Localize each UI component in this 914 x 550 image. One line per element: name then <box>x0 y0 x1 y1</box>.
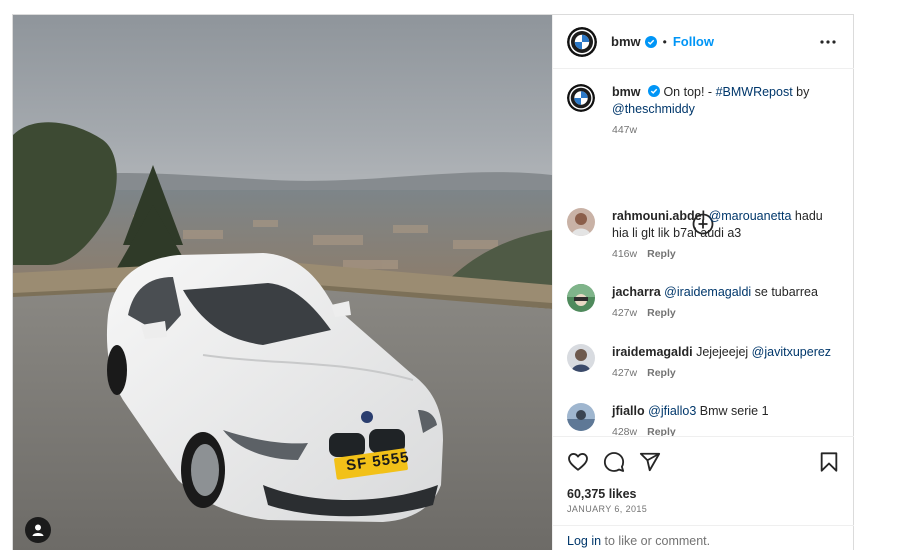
comment-icon[interactable] <box>603 451 625 473</box>
follow-button[interactable]: Follow <box>673 34 714 49</box>
post-photo[interactable]: SF 5555 <box>13 15 552 550</box>
caption-mention[interactable]: @theschmiddy <box>612 102 695 116</box>
reply-button[interactable]: Reply <box>647 307 676 319</box>
reply-button[interactable]: Reply <box>647 248 676 260</box>
more-options-icon <box>820 39 836 44</box>
bmw-avatar[interactable] <box>567 84 595 112</box>
comment-time[interactable]: 427w <box>612 307 637 319</box>
comment-item: jacharra @iraidemagaldi se tubarrea 427w… <box>567 284 852 322</box>
commenter-avatar[interactable] <box>567 344 595 372</box>
user-tags-button[interactable] <box>25 517 51 543</box>
verified-badge-icon <box>644 35 657 48</box>
bmw-avatar[interactable] <box>567 26 597 57</box>
post-caption: bmw On top! - #BMWRepost by @theschmiddy… <box>567 84 852 139</box>
comment-time[interactable]: 427w <box>612 367 637 379</box>
reply-button[interactable]: Reply <box>647 426 676 436</box>
comment-username[interactable]: rahmouni.abdel <box>612 209 705 223</box>
comment-item: iraidemagaldi Jejejeejej @javitxuperez 4… <box>567 344 852 382</box>
comment-time[interactable]: 428w <box>612 426 637 436</box>
comment-username[interactable]: jacharra <box>612 285 661 299</box>
separator-dot: • <box>662 34 667 49</box>
caption-time[interactable]: 447w <box>612 124 637 136</box>
likes-count[interactable]: 60,375 likes <box>567 487 637 501</box>
commenter-avatar[interactable] <box>567 284 595 312</box>
comment-mention[interactable]: @marouanetta <box>709 209 792 223</box>
verified-badge-icon <box>647 85 660 97</box>
comment-username[interactable]: iraidemagaldi <box>612 345 693 359</box>
comment-item: rahmouni.abdel @marouanetta hadu hia li … <box>567 208 852 263</box>
post-author-username[interactable]: bmw <box>611 34 641 49</box>
caption-username[interactable]: bmw <box>612 85 640 99</box>
comment-body: jfiallo @jfiallo3 Bmw serie 1 428w Reply <box>612 403 840 436</box>
post-side-panel: bmw • Follow bmw On top! - #BMWRepost by… <box>552 15 854 550</box>
reply-button[interactable]: Reply <box>647 367 676 379</box>
login-link[interactable]: Log in <box>567 534 601 548</box>
comment-mention[interactable]: @jfiallo3 <box>648 404 696 418</box>
comment-mention[interactable]: @iraidemagaldi <box>664 285 751 299</box>
caption-text-mid: by <box>792 85 810 99</box>
comment-meta: 427w Reply <box>612 365 840 382</box>
bmw-car-photo <box>13 15 552 550</box>
caption-hashtag[interactable]: #BMWRepost <box>716 85 793 99</box>
caption-body: bmw On top! - #BMWRepost by @theschmiddy… <box>612 84 840 139</box>
comment-text: Bmw serie 1 <box>696 404 769 418</box>
comment-item: jfiallo @jfiallo3 Bmw serie 1 428w Reply <box>567 403 852 436</box>
caption-text: On top! - <box>663 85 716 99</box>
comment-text: Jejejeejej <box>696 345 752 359</box>
more-options-button[interactable] <box>818 32 838 52</box>
comment-meta: 427w Reply <box>612 305 840 322</box>
comment-meta: 428w Reply <box>612 424 840 436</box>
heart-icon[interactable] <box>567 451 589 473</box>
comment-username[interactable]: jfiallo <box>612 404 645 418</box>
share-icon[interactable] <box>639 451 661 473</box>
comment-body: jacharra @iraidemagaldi se tubarrea 427w… <box>612 284 840 322</box>
comment-text: se tubarrea <box>751 285 818 299</box>
commenter-avatar[interactable] <box>567 403 595 431</box>
comment-mention[interactable]: @javitxuperez <box>752 345 831 359</box>
action-icons-row <box>567 451 840 473</box>
user-tag-icon <box>32 524 44 536</box>
caption-meta: 447w <box>612 122 840 139</box>
instagram-post: SF 5555 bmw • Follow bmw On top! - #BMWR… <box>12 14 854 550</box>
bookmark-icon[interactable] <box>818 451 840 473</box>
comment-body: rahmouni.abdel @marouanetta hadu hia li … <box>612 208 840 263</box>
login-prompt-text: to like or comment. <box>601 534 711 548</box>
comment-body: iraidemagaldi Jejejeejej @javitxuperez 4… <box>612 344 840 382</box>
post-date[interactable]: JANUARY 6, 2015 <box>567 504 647 514</box>
comments-section[interactable]: bmw On top! - #BMWRepost by @theschmiddy… <box>553 70 854 436</box>
comment-time[interactable]: 416w <box>612 248 637 260</box>
commenter-avatar[interactable] <box>567 208 595 236</box>
login-prompt: Log in to like or comment. <box>553 525 854 550</box>
post-actions: 60,375 likes JANUARY 6, 2015 Log in to l… <box>553 436 854 550</box>
post-header: bmw • Follow <box>553 15 854 69</box>
comment-meta: 416w Reply <box>612 246 840 263</box>
